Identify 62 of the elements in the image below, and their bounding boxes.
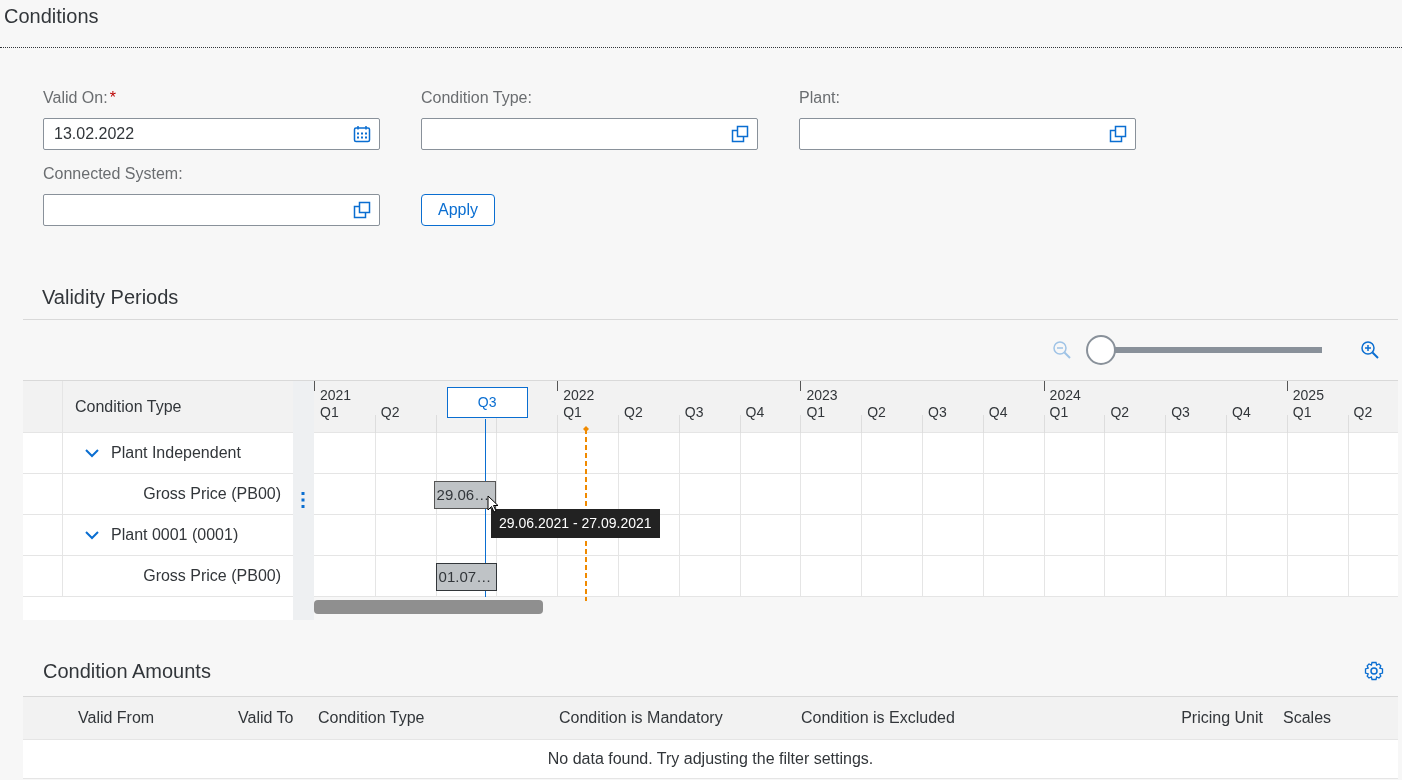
quarter-label: Q2 bbox=[380, 403, 400, 422]
value-help-field[interactable] bbox=[421, 118, 758, 150]
tree-leaf-label: Gross Price (PB00) bbox=[143, 566, 281, 586]
splitter-handle-icon[interactable] bbox=[301, 492, 305, 508]
tree-node-label: Plant 0001 (0001) bbox=[111, 525, 239, 545]
quarter-highlight: Q3 bbox=[446, 387, 528, 418]
tree-leaf-label: Gross Price (PB00) bbox=[143, 484, 281, 504]
value-help-icon[interactable] bbox=[731, 125, 749, 143]
year-label: 2022 bbox=[563, 386, 595, 405]
value-help-field[interactable] bbox=[43, 194, 380, 226]
value-help-icon[interactable] bbox=[353, 201, 371, 219]
apply-button[interactable]: Apply bbox=[421, 194, 496, 226]
horizontal-scrollbar-thumb[interactable] bbox=[314, 600, 543, 614]
settings-icon[interactable] bbox=[1364, 661, 1384, 681]
section-title: Validity Periods bbox=[42, 285, 180, 309]
field-label: Valid On: bbox=[43, 89, 108, 106]
column-header: Condition Type bbox=[317, 708, 426, 728]
quarter-label: Q4 bbox=[745, 403, 765, 422]
field-label: Condition Type: bbox=[421, 89, 532, 106]
column-header: Condition is Mandatory bbox=[558, 708, 724, 728]
column-header: Condition Type bbox=[75, 396, 182, 417]
quarter-label: Q2 bbox=[1353, 403, 1373, 422]
quarter-label: Q1 bbox=[806, 403, 826, 422]
quarter-label: Q3 bbox=[1171, 403, 1190, 422]
zoom-in-icon[interactable] bbox=[1360, 340, 1380, 360]
value-help-field[interactable] bbox=[799, 118, 1136, 150]
page-title: Conditions bbox=[0, 0, 1402, 48]
chevron-down-icon[interactable] bbox=[85, 528, 99, 542]
chevron-down-icon[interactable] bbox=[85, 446, 99, 460]
section-title: Condition Amounts bbox=[43, 659, 211, 684]
value-help-icon[interactable] bbox=[1109, 125, 1127, 143]
year-label: 2024 bbox=[1049, 386, 1081, 405]
period-bar[interactable]: 01.07… bbox=[435, 563, 498, 591]
tooltip: 29.06.2021 - 27.09.2021 bbox=[491, 509, 660, 538]
required-mark: * bbox=[109, 89, 116, 106]
column-header: Valid From bbox=[77, 708, 156, 728]
period-bar[interactable]: 29.06… bbox=[433, 481, 497, 509]
quarter-label: Q2 bbox=[867, 403, 886, 422]
quarter-label: Q1 bbox=[1292, 403, 1312, 422]
quarter-label: Q2 bbox=[1110, 403, 1130, 422]
column-header: Condition is Excluded bbox=[800, 708, 956, 728]
quarter-label: Q1 bbox=[1049, 403, 1069, 422]
quarter-label: Q3 bbox=[684, 403, 704, 422]
column-header: Scales bbox=[1282, 708, 1333, 728]
year-label: 2021 bbox=[320, 386, 352, 405]
empty-message: No data found. Try adjusting the filter settings. bbox=[547, 749, 874, 769]
quarter-label: Q4 bbox=[988, 403, 1008, 422]
year-label: 2025 bbox=[1292, 386, 1324, 405]
calendar-icon[interactable] bbox=[353, 125, 371, 143]
quarter-label: Q1 bbox=[563, 403, 582, 422]
tree-node-label: Plant Independent bbox=[111, 443, 241, 463]
date-input-field[interactable]: 13.02.2022 bbox=[43, 118, 380, 150]
quarter-label: Q1 bbox=[320, 403, 339, 422]
field-label: Connected System: bbox=[43, 165, 183, 182]
column-header: Valid To bbox=[237, 708, 295, 728]
slider-thumb[interactable] bbox=[1086, 335, 1116, 365]
quarter-label: Q2 bbox=[624, 403, 643, 422]
column-header: Pricing Unit bbox=[1180, 708, 1264, 728]
field-label: Plant: bbox=[799, 89, 840, 106]
quarter-label: Q4 bbox=[1232, 403, 1251, 422]
year-label: 2023 bbox=[806, 386, 838, 405]
quarter-label: Q3 bbox=[928, 403, 947, 422]
